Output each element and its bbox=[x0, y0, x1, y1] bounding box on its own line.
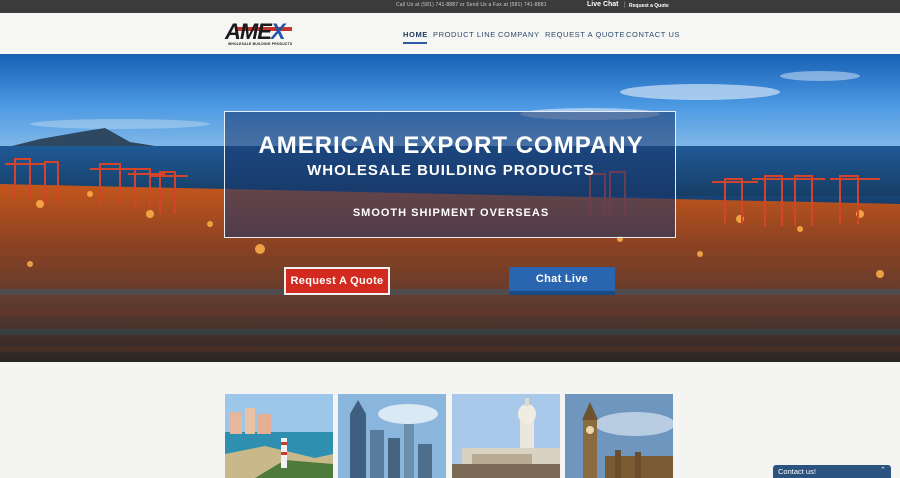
dubai-skyline-image[interactable] bbox=[338, 394, 446, 478]
chevron-up-icon[interactable]: ⌃ bbox=[880, 466, 886, 474]
request-quote-link[interactable]: Request a Quote bbox=[629, 3, 669, 9]
hero-subtitle: WHOLESALE BUILDING PRODUCTS bbox=[307, 162, 595, 179]
logo-tagline: WHOLESALE BUILDING PRODUCTS bbox=[228, 42, 293, 46]
nav-item-contact-us[interactable]: CONTACT US bbox=[626, 30, 680, 39]
chat-widget-label: Contact us! bbox=[778, 467, 816, 476]
nav-item-company[interactable]: COMPANY bbox=[498, 30, 540, 39]
logo-mark: AMEX bbox=[225, 19, 286, 44]
hero-banner: AMERICAN EXPORT COMPANY WHOLESALE BUILDI… bbox=[0, 54, 900, 362]
chat-live-button[interactable]: Chat Live bbox=[509, 267, 615, 295]
hero-tagline: SMOOTH SHIPMENT OVERSEAS bbox=[352, 207, 550, 219]
site-header: AMEX WHOLESALE BUILDING PRODUCTS HOME PR… bbox=[0, 13, 900, 54]
live-chat-link[interactable]: Live Chat bbox=[587, 1, 619, 8]
request-quote-button[interactable]: Request A Quote bbox=[284, 267, 390, 295]
nav-item-request-a-quote[interactable]: REQUEST A QUOTE bbox=[545, 30, 625, 39]
destination-tiles bbox=[225, 394, 675, 478]
nav-active-underline bbox=[403, 42, 427, 44]
havana-capitol-image[interactable] bbox=[452, 394, 560, 478]
hero-title: AMERICAN EXPORT COMPANY bbox=[258, 132, 644, 159]
nav-item-home[interactable]: HOME bbox=[403, 30, 428, 39]
contact-info-text: Call Us at (581) 741-8887 or Send Us a F… bbox=[396, 2, 547, 8]
contact-us-chat-widget[interactable]: Contact us! ⌃ bbox=[773, 465, 891, 478]
hero-overlay-box: AMERICAN EXPORT COMPANY WHOLESALE BUILDI… bbox=[224, 111, 676, 238]
nav-item-product-line[interactable]: PRODUCT LINE bbox=[433, 30, 496, 39]
topbar-separator: | bbox=[624, 2, 626, 8]
top-utility-bar: Call Us at (581) 741-8887 or Send Us a F… bbox=[0, 0, 900, 13]
amex-logo[interactable]: AMEX WHOLESALE BUILDING PRODUCTS bbox=[225, 21, 305, 47]
bahamas-lighthouse-image[interactable] bbox=[225, 394, 333, 478]
london-big-ben-image[interactable] bbox=[565, 394, 673, 478]
